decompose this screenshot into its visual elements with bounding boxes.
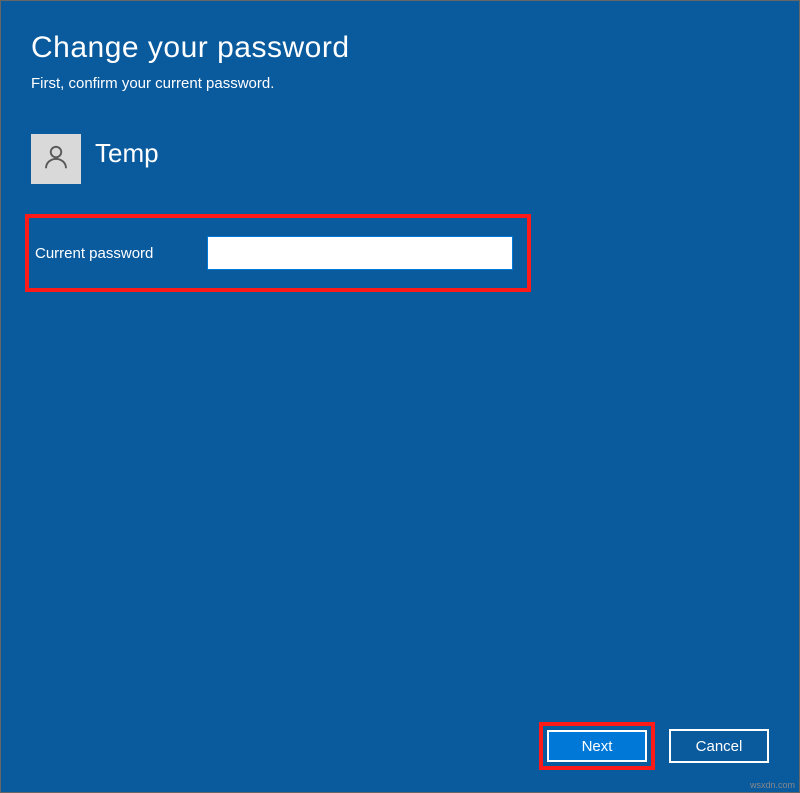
next-button-highlight: Next — [539, 722, 655, 770]
avatar — [31, 134, 81, 184]
current-password-row: Current password — [25, 214, 531, 292]
user-icon — [41, 142, 71, 177]
username-label: Temp — [95, 138, 159, 169]
change-password-dialog: Change your password First, confirm your… — [0, 0, 800, 793]
current-password-label: Current password — [35, 245, 207, 262]
dialog-footer: Next Cancel — [539, 722, 769, 770]
user-row: Temp — [31, 134, 769, 184]
next-button[interactable]: Next — [547, 730, 647, 762]
page-title: Change your password — [31, 31, 769, 65]
page-subtitle: First, confirm your current password. — [31, 75, 769, 92]
dialog-content: Change your password First, confirm your… — [1, 1, 799, 292]
current-password-input[interactable] — [207, 236, 513, 270]
cancel-button[interactable]: Cancel — [669, 729, 769, 763]
watermark: wsxdn.com — [750, 780, 795, 790]
